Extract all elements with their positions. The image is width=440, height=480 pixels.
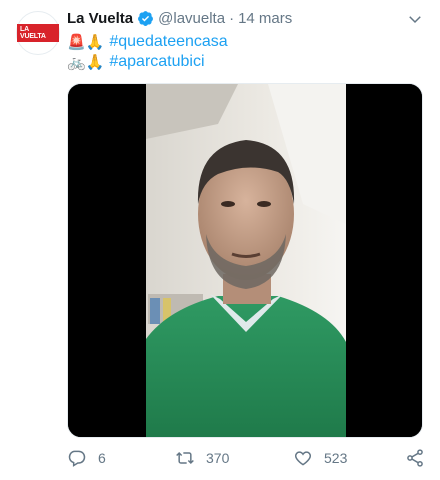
- tweet-card[interactable]: LA VUELTA La Vuelta @lavuelta · 14 mars …: [0, 0, 440, 480]
- avatar[interactable]: LA VUELTA: [16, 11, 60, 55]
- verified-badge-icon: [138, 11, 154, 26]
- hashtag-link[interactable]: #aparcatubici: [109, 53, 204, 71]
- reply-button[interactable]: 6: [67, 448, 106, 468]
- tweet-actions: 6 370 523: [67, 448, 427, 472]
- tweet-text-line-1: 🚨🙏 #quedateencasa: [67, 33, 228, 51]
- retweet-icon: [176, 451, 194, 465]
- video-frame: [68, 84, 422, 437]
- hashtag-link[interactable]: #quedateencasa: [109, 33, 227, 51]
- tweet-header: La Vuelta @lavuelta · 14 mars: [67, 10, 292, 27]
- emoji-group: 🚲🙏: [67, 54, 105, 71]
- author-handle[interactable]: @lavuelta: [158, 10, 225, 27]
- share-button[interactable]: [405, 448, 436, 468]
- chevron-down-icon[interactable]: [406, 10, 424, 28]
- green-scrubs: [146, 296, 346, 437]
- tweet-text-line-2: 🚲🙏 #aparcatubici: [67, 53, 205, 71]
- avatar-logo: LA VUELTA: [17, 24, 59, 42]
- retweet-button[interactable]: 370: [175, 448, 229, 468]
- tweet-date[interactable]: 14 mars: [238, 10, 292, 27]
- heart-icon: [294, 451, 312, 466]
- video-player[interactable]: [67, 83, 423, 438]
- reply-icon: [68, 450, 86, 467]
- reply-count: 6: [98, 450, 106, 466]
- separator-dot: ·: [229, 10, 235, 27]
- like-button[interactable]: 523: [293, 448, 347, 468]
- retweet-count: 370: [206, 450, 230, 466]
- share-icon: [407, 449, 423, 467]
- like-count: 523: [324, 450, 348, 466]
- emoji-group: 🚨🙏: [67, 34, 105, 51]
- author-name[interactable]: La Vuelta: [67, 10, 133, 27]
